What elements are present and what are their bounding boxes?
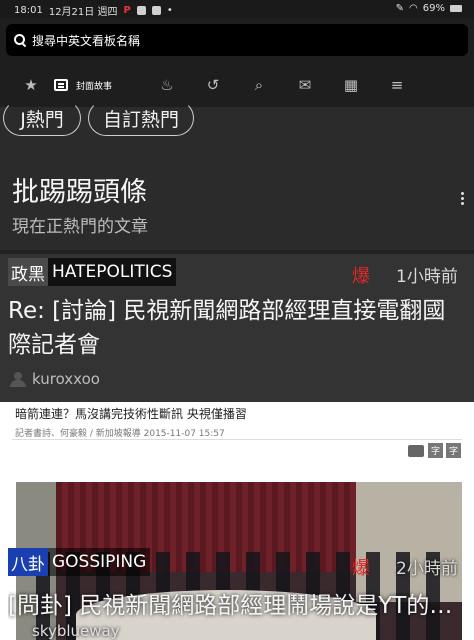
post-title[interactable]: [問卦] 民視新聞網路部經理鬧場說是YT的… [8, 586, 468, 620]
nav-mail[interactable]: ✉ [282, 66, 328, 104]
tag-custom-hot[interactable]: 自訂熱門 [88, 100, 194, 136]
hot-badge: 爆 [352, 266, 370, 287]
hot-badge: 爆 [352, 558, 370, 579]
board-name: HATEPOLITICS [52, 262, 173, 282]
board-label[interactable]: 政黑 HATEPOLITICS [8, 258, 177, 286]
post-time: 1小時前 [396, 267, 458, 287]
preview-divider [12, 439, 462, 440]
star-icon: ★ [24, 76, 38, 94]
battery-icon [450, 5, 462, 12]
author-name: kuroxxoo [32, 370, 100, 388]
person-icon [10, 371, 26, 387]
board-label[interactable]: 八卦 GOSSIPING [8, 548, 151, 576]
board-tag: 政黑 [8, 258, 48, 286]
post-title[interactable]: Re: [討論] 民視新聞網路部經理直接電翻國際記者會 [8, 294, 468, 362]
author-name: skyblueway [32, 622, 120, 640]
status-date: 12月21日 週四 [48, 7, 118, 18]
more-notifications-icon: • [166, 5, 173, 16]
board-tag: 八卦 [8, 548, 48, 576]
print-icon [408, 445, 424, 457]
search-input[interactable]: 搜尋中英文看板名稱 [6, 24, 468, 56]
wifi-icon: ◠ [409, 3, 418, 14]
nav-cover-story[interactable]: 封面故事 [54, 79, 144, 92]
post-time: 2小時前 [396, 559, 458, 579]
battery-level: 69% [422, 3, 445, 14]
grid-icon: ▦ [343, 76, 359, 94]
mail-icon: ✉ [298, 76, 312, 94]
status-time: 18:01 [14, 5, 43, 16]
notification-icon [136, 6, 146, 15]
preview-meta: 記者書詩、何豪毅 / 新加坡報導 2015-11-07 15:57 [15, 429, 225, 439]
nav-history[interactable]: ↺ [190, 66, 236, 104]
app-notification-icon: P [123, 5, 131, 16]
more-options-icon[interactable] [459, 192, 465, 208]
fire-icon: ♨ [160, 76, 174, 94]
tag-row: J熱門 自訂熱門 [0, 100, 474, 140]
nav-bar: ★ 封面故事 ♨ ↺ ⌕ ✉ ▦ ≡ [0, 66, 474, 104]
nav-menu[interactable]: ≡ [374, 66, 420, 104]
status-bar: 18:01 12月21日 週四 P • ✎ ◠ 69% [0, 0, 474, 18]
section-subtitle: 現在正熱門的文章 [12, 217, 148, 237]
search-icon: ⌕ [254, 76, 264, 94]
cover-story-icon [54, 79, 68, 91]
search-icon [14, 34, 26, 46]
history-icon: ↺ [206, 76, 220, 94]
menu-icon: ≡ [390, 76, 404, 94]
post-author: kuroxxoo [10, 370, 100, 388]
pen-icon: ✎ [395, 3, 405, 14]
section-title: 批踢踢頭條 [12, 177, 147, 208]
board-name: GOSSIPING [48, 548, 151, 576]
image-notification-icon [151, 6, 161, 15]
nav-cover-story-label: 封面故事 [76, 81, 113, 92]
nav-favorites[interactable]: ★ [0, 66, 54, 104]
nav-boards[interactable]: ▦ [328, 66, 374, 104]
post-card[interactable]: 政黑 HATEPOLITICS 爆 1小時前 Re: [討論] 民視新聞網路部經… [0, 254, 474, 402]
nav-hot[interactable]: ♨ [144, 66, 190, 104]
font-size-icon: 字 [428, 443, 443, 458]
search-placeholder: 搜尋中英文看板名稱 [32, 33, 141, 48]
font-size-large-icon: 字 [446, 443, 461, 458]
preview-headline: 暗箭連連？馬沒講完技術性斷訊 央視僅播習 [15, 407, 247, 421]
top-bar: 搜尋中英文看板名稱 ★ 封面故事 ♨ ↺ ⌕ ✉ ▦ ≡ [0, 18, 474, 107]
nav-search[interactable]: ⌕ [236, 66, 282, 104]
tag-j-hot[interactable]: J熱門 [3, 100, 81, 136]
